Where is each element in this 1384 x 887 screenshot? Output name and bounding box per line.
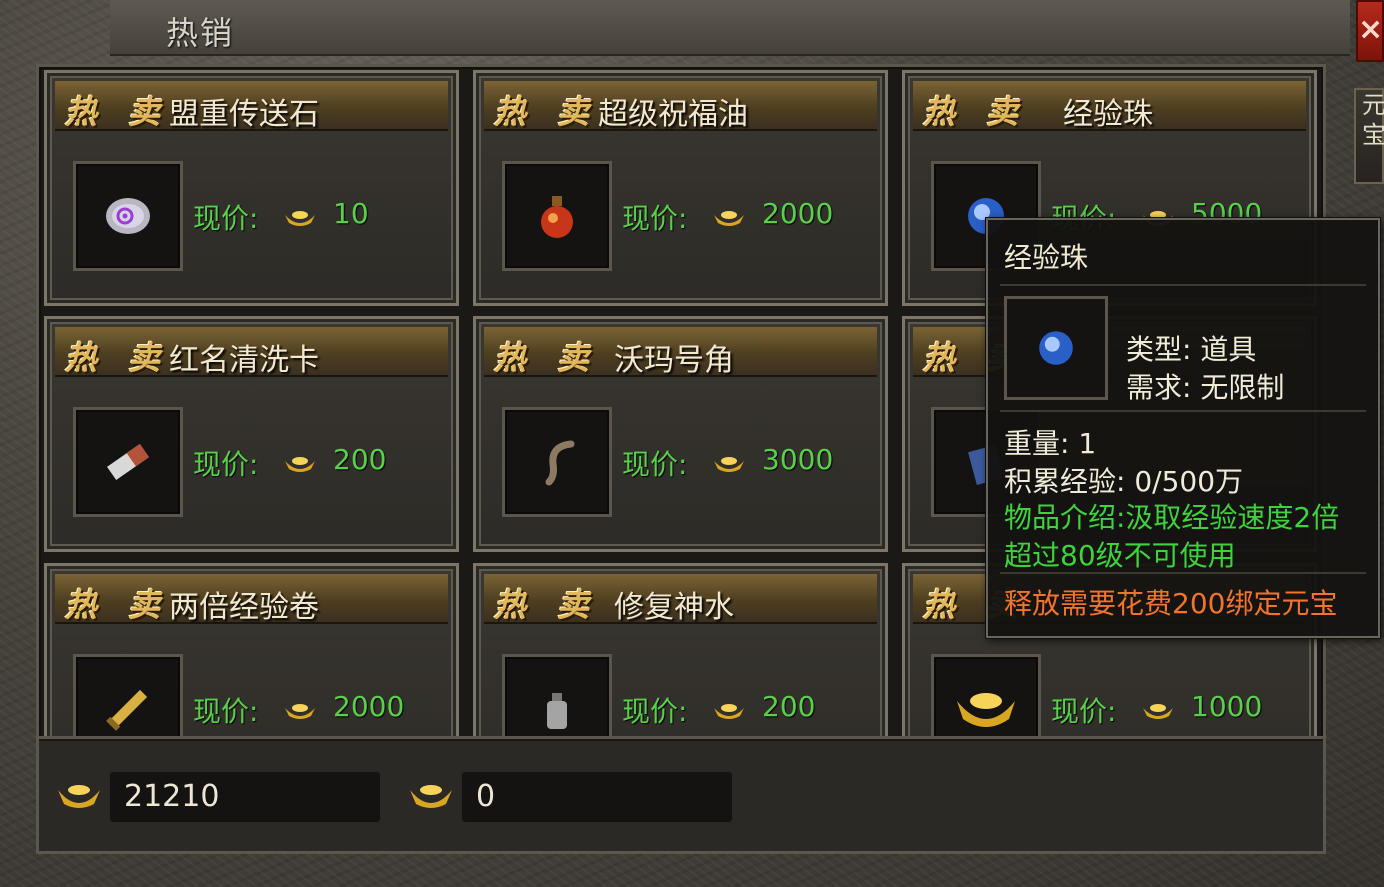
price-value: 3000 [762, 443, 834, 476]
card-header: 热 卖 两倍经验卷 [55, 574, 448, 625]
price-value: 2000 [333, 690, 405, 723]
hot-sale-tag: 热 卖 [494, 93, 600, 131]
price-label: 现价: [622, 448, 688, 481]
price-label: 现价: [622, 202, 688, 235]
tooltip-type: 类型: 道具 [1126, 333, 1257, 366]
price-label: 现价: [1051, 695, 1117, 728]
red-name-cleanse-card-icon[interactable] [73, 407, 183, 517]
shop-item-card[interactable]: 热 卖 红名清洗卡 现价: 200 [44, 316, 459, 552]
price-label: 现价: [193, 202, 259, 235]
hot-sale-tag: 热 卖 [65, 586, 171, 624]
hot-sale-tag: 热 卖 [65, 93, 171, 131]
tooltip-accumulated-exp: 积累经验: 0/500万 [1004, 465, 1244, 498]
close-button[interactable]: × [1356, 0, 1384, 62]
card-header: 热 卖 超级祝福油 [484, 81, 877, 132]
title-bar [110, 0, 1350, 56]
bound-gold-ingot-balance: 0 [462, 772, 732, 822]
hot-sale-tag: 热 卖 [923, 93, 1029, 131]
price-value: 2000 [762, 197, 834, 230]
tooltip-weight: 重量: 1 [1004, 427, 1097, 460]
hot-sale-tag: 热 卖 [494, 339, 600, 377]
gold-ingot-icon [714, 457, 744, 472]
gold-ingot-icon [285, 211, 315, 226]
card-header: 热 卖 沃玛号角 [484, 327, 877, 378]
price-label: 现价: [193, 695, 259, 728]
bound-gold-ingot-icon [410, 785, 452, 808]
item-name: 两倍经验卷 [169, 590, 319, 625]
item-tooltip: 经验珠 类型: 道具 需求: 无限制 重量: 1 积累经验: 0/500万 物品… [986, 218, 1380, 638]
gold-ingot-balance: 21210 [110, 772, 380, 822]
exp-orb-icon [1004, 296, 1108, 400]
tooltip-divider [1000, 572, 1366, 574]
tooltip-release-cost: 释放需要花费200绑定元宝 [1004, 587, 1338, 620]
woma-horn-icon[interactable] [502, 407, 612, 517]
item-name: 超级祝福油 [598, 97, 748, 132]
gold-ingot-icon [285, 457, 315, 472]
card-header: 热 卖 经验珠 [913, 81, 1306, 132]
item-name: 红名清洗卡 [169, 343, 319, 378]
window-title: 热销 [166, 14, 235, 52]
hot-sale-tag: 热 卖 [65, 339, 171, 377]
price-value: 1000 [1191, 690, 1263, 723]
price-label: 现价: [622, 695, 688, 728]
price-label: 现价: [193, 448, 259, 481]
card-header: 热 卖 盟重传送石 [55, 81, 448, 132]
teleport-stone-icon[interactable] [73, 161, 183, 271]
price-value: 200 [333, 443, 387, 476]
shop-item-card[interactable]: 热 卖 盟重传送石 现价: 10 [44, 70, 459, 306]
tooltip-requirement: 需求: 无限制 [1126, 371, 1285, 404]
tooltip-title: 经验珠 [1004, 241, 1089, 274]
item-name: 修复神水 [614, 590, 734, 625]
gold-ingot-icon [285, 704, 315, 719]
card-header: 热 卖 修复神水 [484, 574, 877, 625]
shop-item-card[interactable]: 热 卖 超级祝福油 现价: 2000 [473, 70, 888, 306]
gold-ingot-icon [1143, 704, 1173, 719]
price-value: 10 [333, 197, 369, 230]
gold-ingot-icon [714, 211, 744, 226]
item-name: 沃玛号角 [614, 343, 734, 378]
blessing-oil-icon[interactable] [502, 161, 612, 271]
item-name: 经验珠 [1063, 97, 1153, 132]
tooltip-divider [1000, 410, 1366, 412]
price-value: 200 [762, 690, 816, 723]
gold-ingot-icon [714, 704, 744, 719]
gold-ingot-icon [58, 785, 100, 808]
item-name: 盟重传送石 [169, 97, 319, 132]
side-tab-gold-ingot[interactable]: 元宝 [1354, 88, 1384, 184]
tooltip-divider [1000, 284, 1366, 286]
hot-sale-tag: 热 卖 [494, 586, 600, 624]
tooltip-description-cont: 超过80级不可使用 [1004, 539, 1236, 572]
card-header: 热 卖 红名清洗卡 [55, 327, 448, 378]
shop-item-card[interactable]: 热 卖 沃玛号角 现价: 3000 [473, 316, 888, 552]
tooltip-description: 物品介绍:汲取经验速度2倍 [1004, 501, 1340, 534]
